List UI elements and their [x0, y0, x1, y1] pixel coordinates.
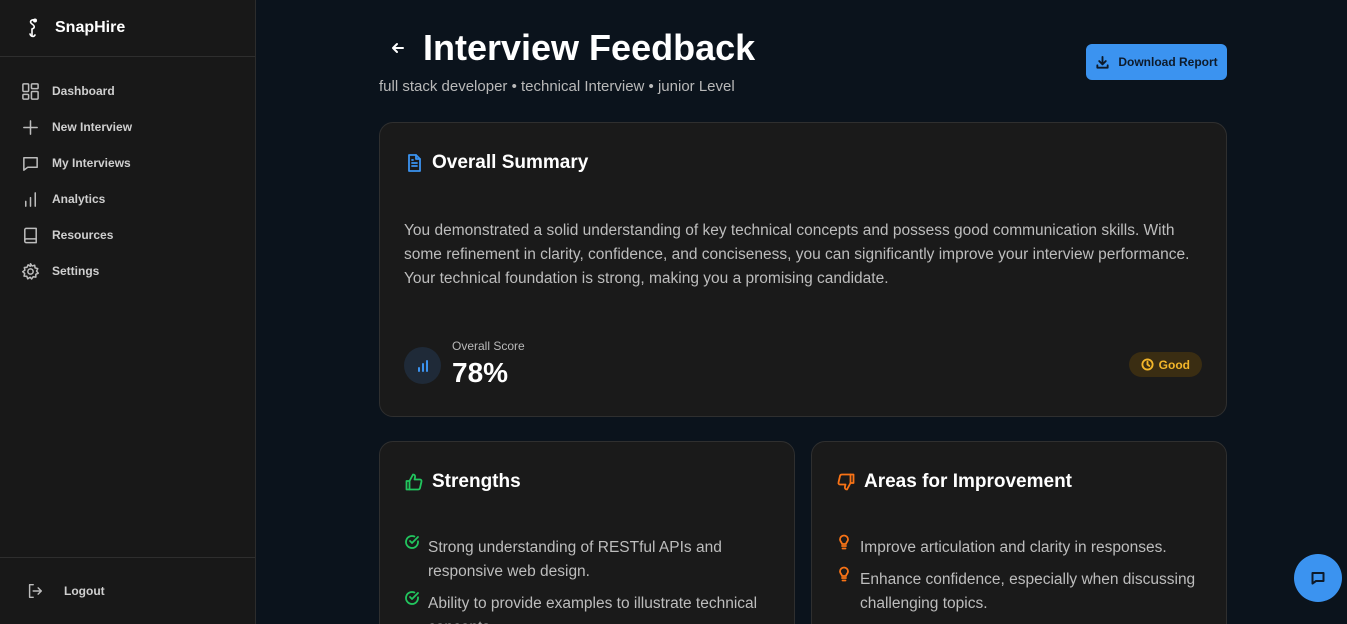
- sidebar-item-label: Settings: [52, 264, 100, 278]
- message-icon: [1311, 572, 1325, 585]
- dashboard-icon: [20, 81, 40, 101]
- sidebar-item-label: Analytics: [52, 192, 106, 206]
- list-item-text: Strong understanding of RESTful APIs and…: [428, 539, 722, 580]
- page-subtitle: full stack developer • technical Intervi…: [379, 78, 735, 95]
- strengths-card: Strengths Strong understanding of RESTfu…: [379, 441, 795, 624]
- check-circle-icon: [404, 586, 420, 610]
- list-item: Improve articulation and clarity in resp…: [836, 534, 1196, 560]
- score-chart-icon: [404, 347, 441, 384]
- list-item: Ability to provide examples to illustrat…: [404, 591, 764, 624]
- card-title: Strengths: [432, 471, 521, 492]
- card-title: Overall Summary: [432, 152, 589, 173]
- score-label: Overall Score: [452, 339, 525, 353]
- status-badge-label: Good: [1158, 357, 1190, 372]
- sidebar-item-label: My Interviews: [52, 156, 131, 170]
- overall-summary-card: Overall Summary You demonstrated a solid…: [379, 122, 1227, 417]
- logout-button[interactable]: Logout: [0, 557, 255, 624]
- sidebar-item-label: Dashboard: [52, 84, 115, 98]
- improvement-card: Areas for Improvement Improve articulati…: [811, 441, 1227, 624]
- brand-logo-icon: [24, 17, 42, 39]
- page-title: Interview Feedback: [423, 27, 756, 68]
- sidebar-item-label: Resources: [52, 228, 114, 242]
- gear-icon: [20, 261, 40, 281]
- sidebar-item-dashboard[interactable]: Dashboard: [0, 73, 255, 109]
- arrow-left-icon: [392, 43, 404, 53]
- list-item: Strong understanding of RESTful APIs and…: [404, 535, 764, 584]
- logout-label: Logout: [64, 584, 105, 598]
- check-circle-icon: [404, 530, 420, 554]
- score-value: 78%: [452, 357, 509, 388]
- book-icon: [20, 225, 40, 245]
- sidebar: SnapHire Dashboard New Interview My Inte…: [0, 0, 256, 624]
- download-report-label: Download Report: [1118, 55, 1218, 69]
- logout-icon: [28, 583, 43, 599]
- list-item-text: Improve articulation and clarity in resp…: [860, 539, 1167, 556]
- chat-button[interactable]: [1294, 554, 1342, 602]
- card-header: Strengths: [404, 471, 521, 493]
- list-item-text: Ability to provide examples to illustrat…: [428, 595, 758, 624]
- download-icon: [1096, 55, 1109, 69]
- brand[interactable]: SnapHire: [0, 0, 255, 57]
- chat-icon: [20, 153, 40, 173]
- status-badge: Good: [1128, 352, 1202, 377]
- bar-chart-icon: [20, 189, 40, 209]
- brand-name: SnapHire: [55, 19, 126, 36]
- card-title: Areas for Improvement: [864, 471, 1073, 492]
- back-button[interactable]: [388, 38, 408, 58]
- sidebar-item-analytics[interactable]: Analytics: [0, 181, 255, 217]
- sidebar-item-label: New Interview: [52, 120, 133, 134]
- thumbs-up-icon: [405, 473, 423, 491]
- lightbulb-icon: [836, 562, 852, 586]
- thumbs-down-icon: [837, 473, 855, 491]
- sidebar-item-resources[interactable]: Resources: [0, 217, 255, 253]
- sidebar-item-my-interviews[interactable]: My Interviews: [0, 145, 255, 181]
- summary-text: You demonstrated a solid understanding o…: [404, 222, 1190, 287]
- plus-icon: [20, 117, 40, 137]
- list-item: Enhance confidence, especially when disc…: [836, 566, 1196, 616]
- lightbulb-icon: [836, 530, 852, 554]
- clock-icon: [1141, 358, 1154, 371]
- download-report-button[interactable]: Download Report: [1086, 44, 1227, 80]
- improvement-list: Improve articulation and clarity in resp…: [836, 534, 1196, 624]
- card-header: Areas for Improvement: [836, 471, 1072, 493]
- card-header: Overall Summary: [404, 152, 588, 174]
- list-item-text: Enhance confidence, especially when disc…: [860, 571, 1196, 612]
- strengths-list: Strong understanding of RESTful APIs and…: [404, 535, 764, 624]
- sidebar-nav: Dashboard New Interview My Interviews An…: [0, 57, 255, 289]
- sidebar-item-settings[interactable]: Settings: [0, 253, 255, 289]
- document-icon: [408, 154, 421, 172]
- sidebar-item-new-interview[interactable]: New Interview: [0, 109, 255, 145]
